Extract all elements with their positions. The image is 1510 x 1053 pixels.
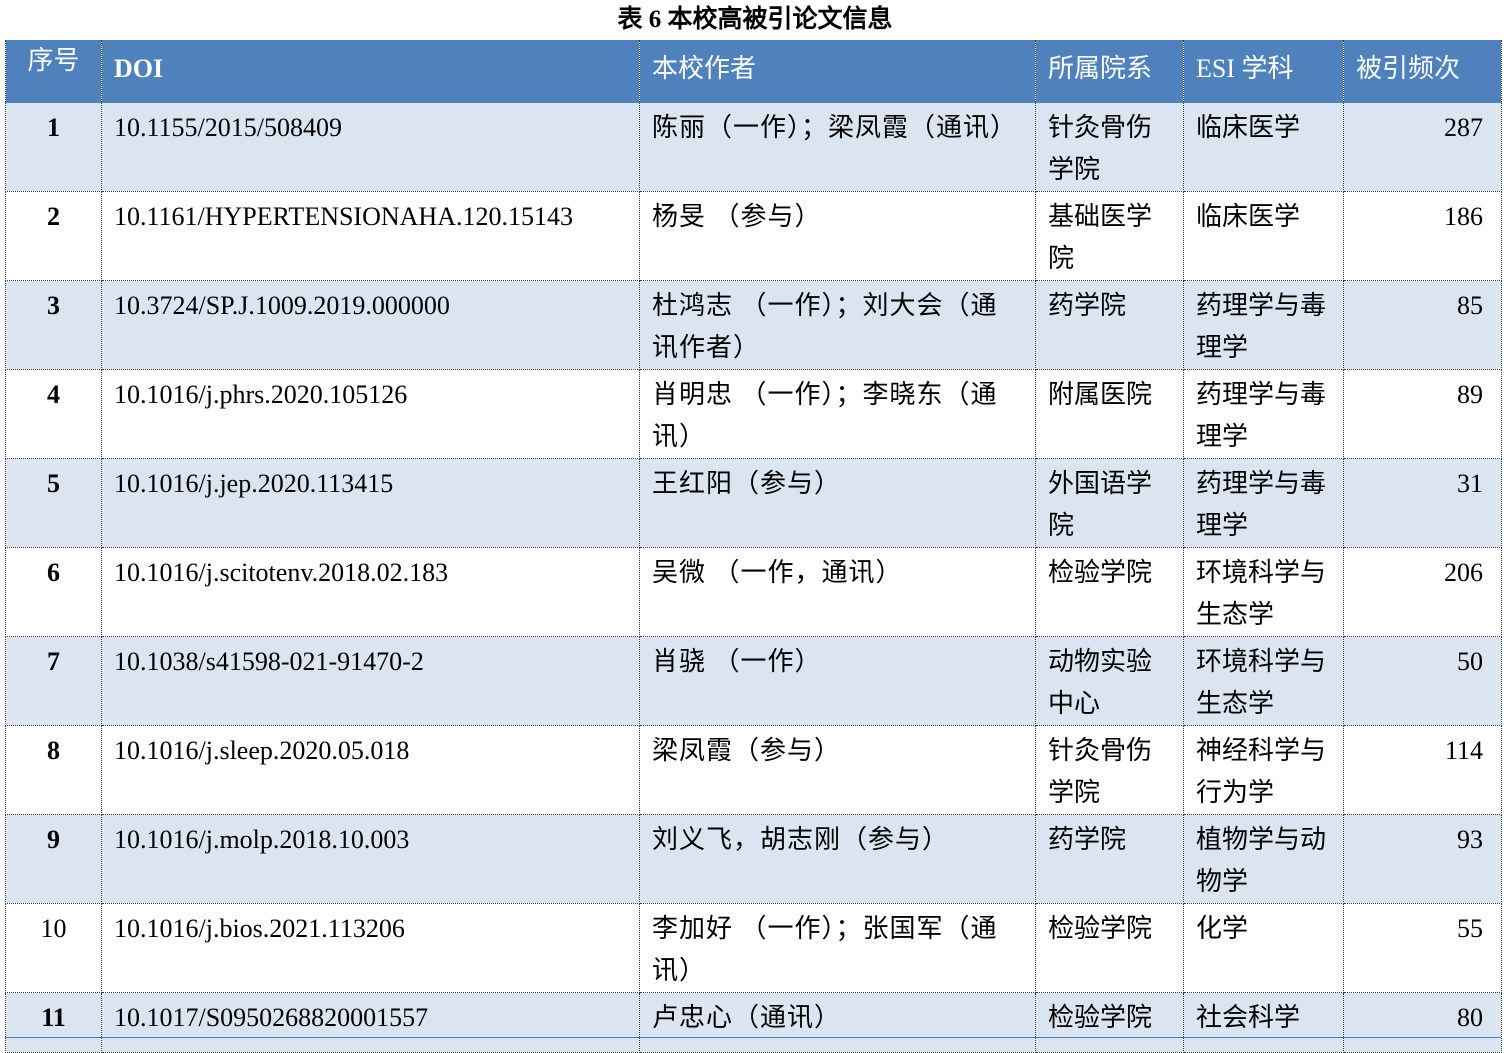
row-citation-count: 85	[1343, 280, 1502, 370]
row-esi-subject: 环境科学与生态学	[1183, 547, 1344, 637]
header-serial-number: 序号	[5, 40, 102, 103]
row-doi: 10.3724/SP.J.1009.2019.000000	[101, 280, 640, 370]
row-serial-number: 9	[5, 814, 102, 904]
row-doi: 10.1016/j.molp.2018.10.003	[101, 814, 640, 904]
row-citation-count: 50	[1343, 636, 1502, 726]
row-esi-subject: 药理学与毒理学	[1183, 280, 1344, 370]
row-serial-number: 4	[5, 369, 102, 459]
row-serial-number: 5	[5, 458, 102, 548]
row-doi: 10.1161/HYPERTENSIONAHA.120.15143	[101, 191, 640, 281]
header-citation-count: 被引频次	[1343, 40, 1502, 103]
row-authors: 李加好 （一作）；张国军（通讯）	[639, 903, 1036, 993]
table-row: 9 10.1016/j.molp.2018.10.003 刘义飞，胡志刚（参与）…	[5, 814, 1502, 904]
row-doi: 10.1038/s41598-021-91470-2	[101, 636, 640, 726]
table-caption: 表 6 本校高被引论文信息	[617, 6, 893, 33]
row-department: 检验学院	[1035, 992, 1184, 1053]
citation-table: 序号 DOI 本校作者 所属院系 ESI 学科 被引频次 1 10.1155/2…	[5, 40, 1502, 1053]
table-row: 10 10.1016/j.bios.2021.113206 李加好 （一作）；张…	[5, 903, 1502, 993]
row-department: 外国语学院	[1035, 458, 1184, 548]
row-serial-number: 1	[5, 102, 102, 192]
row-citation-count: 31	[1343, 458, 1502, 548]
row-esi-subject: 环境科学与生态学	[1183, 636, 1344, 726]
row-citation-count: 206	[1343, 547, 1502, 637]
row-citation-count: 80	[1343, 992, 1502, 1053]
row-citation-count: 89	[1343, 369, 1502, 459]
row-doi: 10.1016/j.jep.2020.113415	[101, 458, 640, 548]
row-serial-number: 8	[5, 725, 102, 815]
row-department: 检验学院	[1035, 547, 1184, 637]
row-citation-count: 55	[1343, 903, 1502, 993]
row-authors: 刘义飞，胡志刚（参与）	[639, 814, 1036, 904]
row-authors: 杨旻 （参与）	[639, 191, 1036, 281]
row-department: 动物实验中心	[1035, 636, 1184, 726]
row-authors: 王红阳（参与）	[639, 458, 1036, 548]
table-row: 6 10.1016/j.scitotenv.2018.02.183 吴微 （一作…	[5, 547, 1502, 637]
row-esi-subject: 植物学与动物学	[1183, 814, 1344, 904]
table-row: 7 10.1038/s41598-021-91470-2 肖骁 （一作） 动物实…	[5, 636, 1502, 726]
table-row: 1 10.1155/2015/508409 陈丽（一作）；梁凤霞（通讯） 针灸骨…	[5, 102, 1502, 192]
row-esi-subject: 化学	[1183, 903, 1344, 993]
row-doi: 10.1016/j.scitotenv.2018.02.183	[101, 547, 640, 637]
table-row: 3 10.3724/SP.J.1009.2019.000000 杜鸿志 （一作）…	[5, 280, 1502, 370]
row-citation-count: 93	[1343, 814, 1502, 904]
row-serial-number: 2	[5, 191, 102, 281]
row-department: 检验学院	[1035, 903, 1184, 993]
row-doi: 10.1155/2015/508409	[101, 102, 640, 192]
row-doi: 10.1017/S0950268820001557	[101, 992, 640, 1053]
table-row: 11 10.1017/S0950268820001557 卢忠心（通讯） 检验学…	[5, 992, 1502, 1053]
row-authors: 梁凤霞（参与）	[639, 725, 1036, 815]
row-esi-subject: 临床医学	[1183, 191, 1344, 281]
table-row: 5 10.1016/j.jep.2020.113415 王红阳（参与） 外国语学…	[5, 458, 1502, 548]
row-authors: 杜鸿志 （一作）；刘大会（通讯作者）	[639, 280, 1036, 370]
row-esi-subject: 社会科学	[1183, 992, 1344, 1053]
header-department: 所属院系	[1035, 40, 1184, 103]
row-esi-subject: 药理学与毒理学	[1183, 369, 1344, 459]
row-department: 针灸骨伤学院	[1035, 102, 1184, 192]
row-authors: 陈丽（一作）；梁凤霞（通讯）	[639, 102, 1036, 192]
row-citation-count: 114	[1343, 725, 1502, 815]
row-doi: 10.1016/j.sleep.2020.05.018	[101, 725, 640, 815]
table-row: 8 10.1016/j.sleep.2020.05.018 梁凤霞（参与） 针灸…	[5, 725, 1502, 815]
row-department: 基础医学院	[1035, 191, 1184, 281]
row-department: 附属医院	[1035, 369, 1184, 459]
row-authors: 肖骁 （一作）	[639, 636, 1036, 726]
table-header-row: 序号 DOI 本校作者 所属院系 ESI 学科 被引频次	[5, 40, 1502, 103]
row-esi-subject: 神经科学与行为学	[1183, 725, 1344, 815]
row-serial-number: 10	[5, 903, 102, 993]
header-esi-subject: ESI 学科	[1183, 40, 1344, 103]
row-citation-count: 186	[1343, 191, 1502, 281]
table-row: 4 10.1016/j.phrs.2020.105126 肖明忠 （一作）；李晓…	[5, 369, 1502, 459]
header-authors: 本校作者	[639, 40, 1036, 103]
header-doi: DOI	[101, 40, 640, 103]
row-esi-subject: 临床医学	[1183, 102, 1344, 192]
row-serial-number: 11	[5, 992, 102, 1053]
row-department: 针灸骨伤学院	[1035, 725, 1184, 815]
row-serial-number: 6	[5, 547, 102, 637]
row-authors: 肖明忠 （一作）；李晓东（通讯）	[639, 369, 1036, 459]
row-serial-number: 3	[5, 280, 102, 370]
row-citation-count: 287	[1343, 102, 1502, 192]
row-doi: 10.1016/j.phrs.2020.105126	[101, 369, 640, 459]
row-serial-number: 7	[5, 636, 102, 726]
row-authors: 吴微 （一作，通讯）	[639, 547, 1036, 637]
row-esi-subject: 药理学与毒理学	[1183, 458, 1344, 548]
row-authors: 卢忠心（通讯）	[639, 992, 1036, 1053]
row-department: 药学院	[1035, 814, 1184, 904]
table-row: 2 10.1161/HYPERTENSIONAHA.120.15143 杨旻 （…	[5, 191, 1502, 281]
row-department: 药学院	[1035, 280, 1184, 370]
table-bottom-rule	[5, 1037, 1501, 1038]
row-doi: 10.1016/j.bios.2021.113206	[101, 903, 640, 993]
